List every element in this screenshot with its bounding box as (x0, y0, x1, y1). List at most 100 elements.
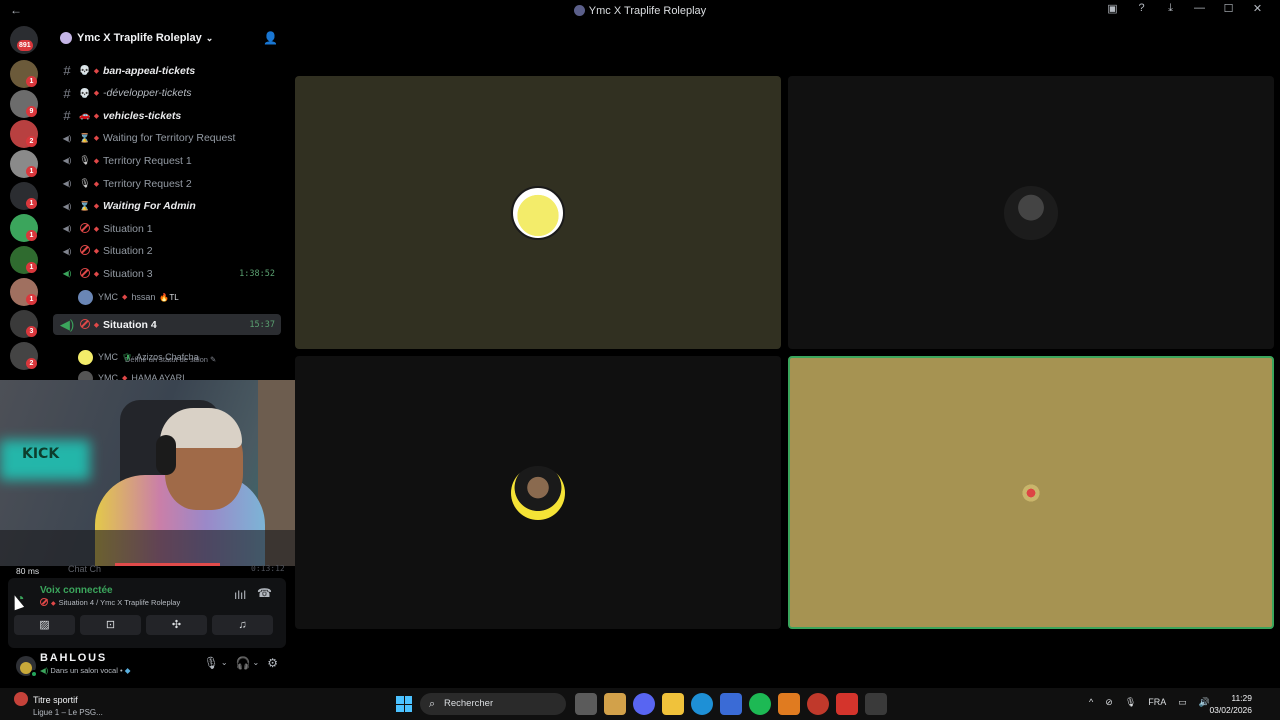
channel-emoji-icon: ⌛ (79, 132, 91, 143)
channel-item[interactable]: # 💀 ◆ -développer-tickets (53, 83, 281, 104)
edge-icon[interactable] (691, 693, 713, 715)
speaker-icon: ◀) (62, 201, 72, 211)
voice-location[interactable]: ◆ Situation 4 / Ymc X Traplife Roleplay (40, 598, 180, 607)
windows-start-icon[interactable] (396, 696, 412, 712)
inbox-icon[interactable]: ▣ (1098, 2, 1127, 15)
camera-off-button[interactable]: ▨ (14, 615, 75, 635)
activities-button[interactable]: ✣ (146, 615, 207, 635)
microphone-icon[interactable]: 🎙 (204, 656, 219, 670)
voice-buttons: ▨ ⊡ ✣ ♫ (14, 615, 273, 635)
video-tile[interactable] (788, 76, 1274, 349)
language-indicator[interactable]: FRA (1148, 697, 1166, 708)
shield-icon: 🛡 (122, 352, 133, 362)
invite-people-icon[interactable]: 👤 (263, 31, 278, 45)
app-icon[interactable] (865, 693, 887, 715)
user-status: ◀) Dans un salon vocal • ◆ (40, 666, 131, 675)
avatar (78, 349, 93, 365)
avatar (1004, 185, 1058, 240)
diamond-icon: ◆ (93, 270, 100, 278)
channel-item[interactable]: ◀) ⌛ ◆ Waiting For Admin (53, 196, 281, 217)
windows-taskbar: Titre sportif Ligue 1 – Le PSG... ⌕ Reche… (0, 688, 1280, 720)
diamond-icon: ◆ (93, 112, 100, 120)
server-badge: 1 (26, 262, 37, 273)
noise-suppression-icon[interactable]: ılıl (234, 588, 246, 602)
username[interactable]: BAHLOUS (40, 652, 107, 664)
close-icon[interactable]: ✕ (1243, 2, 1272, 15)
server-badge: 1 (26, 76, 37, 87)
voice-location-text: Situation 4 / Ymc X Traplife Roleplay (58, 598, 181, 607)
volume-icon[interactable]: 🔊 (1199, 697, 1210, 708)
app-icon[interactable] (778, 693, 800, 715)
channel-label: Territory Request 1 (103, 154, 192, 167)
server-rail: 891 1 9 2 1 1 1 1 1 3 2 (0, 22, 48, 380)
server-badge: 2 (26, 358, 37, 369)
server-badge: 1 (26, 294, 37, 305)
channel-label: -développer-tickets (103, 87, 192, 100)
widgets-button[interactable]: Titre sportif Ligue 1 – Le PSG... (14, 692, 103, 717)
no-entry-icon (78, 267, 92, 280)
store-icon[interactable] (720, 693, 742, 715)
file-explorer-icon[interactable] (662, 693, 684, 715)
chat-channel-row[interactable]: Chat Ch 0:13:12 (68, 564, 285, 574)
channel-label: ban-appeal-tickets (103, 64, 196, 77)
headphones-icon[interactable]: 🎧 (236, 656, 251, 670)
sports-icon (14, 692, 28, 706)
channel-item[interactable]: ◀) ◆ Situation 2 (53, 241, 281, 262)
ping-label: 80 ms (16, 566, 40, 576)
minimize-icon[interactable]: — (1185, 2, 1214, 15)
diamond-icon: ◆ (93, 180, 100, 188)
video-tile[interactable] (295, 356, 781, 629)
channel-item[interactable]: # 🚗 ◆ vehicles-tickets (53, 105, 281, 126)
channel-emoji-icon: 💀 (79, 87, 91, 98)
speaker-icon: ◀) (62, 269, 72, 279)
screen-share-button[interactable]: ⊡ (80, 615, 141, 635)
chrome-icon[interactable] (807, 693, 829, 715)
network-off-icon[interactable]: ⊘ (1105, 697, 1113, 708)
clock[interactable]: 11:29 03/02/2026 (1209, 692, 1252, 716)
display-icon[interactable]: ▭ (1178, 697, 1187, 708)
video-tile[interactable] (295, 76, 781, 349)
server-header[interactable]: Ymc X Traplife Roleplay ⌄ 👤 (48, 22, 286, 54)
no-entry-icon (40, 598, 48, 606)
voice-member[interactable]: YMC 🛡 Azizos Chafcha (78, 347, 199, 367)
download-icon[interactable]: ⤓ (1156, 2, 1185, 15)
dm-badge: 891 (17, 40, 33, 51)
taskbar-search[interactable]: ⌕ Rechercher (420, 693, 566, 715)
channel-item[interactable]: ◀) ⌛ ◆ Waiting for Territory Request (53, 128, 281, 149)
speaker-icon: ◀) (62, 246, 72, 256)
user-status-text: Dans un salon vocal (50, 666, 118, 675)
copilot-icon[interactable] (604, 693, 626, 715)
channel-item[interactable]: ◀) 🎙 ◆ Territory Request 1 (53, 150, 281, 171)
maximize-icon[interactable]: ☐ (1214, 2, 1243, 15)
discord-icon[interactable] (633, 693, 655, 715)
app-icon[interactable] (836, 693, 858, 715)
spotify-icon[interactable] (749, 693, 771, 715)
soundboard-button[interactable]: ♫ (212, 615, 273, 635)
gear-icon[interactable]: ⚙ (267, 656, 278, 670)
chevron-down-icon[interactable]: ⌄ (253, 658, 260, 670)
speaker-icon: ◀) (62, 179, 72, 188)
channel-item[interactable]: ◀) ◆ Situation 1 (53, 218, 281, 239)
widget-title: Titre sportif (33, 695, 78, 705)
disconnect-icon[interactable]: ☎ (257, 586, 272, 600)
avatar (511, 185, 565, 240)
discord-server-icon (573, 5, 585, 16)
help-icon[interactable]: ? (1127, 2, 1156, 15)
chevron-down-icon[interactable]: ⌄ (221, 658, 228, 670)
window-title-text: Ymc X Traplife Roleplay (588, 5, 707, 17)
neon-sign: KICK (22, 446, 60, 462)
video-tile-speaking[interactable] (788, 356, 1274, 629)
avatar (78, 289, 93, 305)
diamond-icon: ◆ (51, 601, 56, 607)
task-view-icon[interactable] (575, 693, 597, 715)
chevron-up-icon[interactable]: ^ (1089, 697, 1093, 708)
channel-item[interactable]: ◀) 🎙 ◆ Territory Request 2 (53, 173, 281, 194)
server-badge: 1 (26, 198, 37, 209)
voice-status[interactable]: Voix connectée (40, 585, 113, 596)
channel-item[interactable]: ◀) ◆ Situation 3 1:38:52 (53, 263, 281, 284)
voice-member[interactable]: YMC ◆ hssan 🔥TL 🎙̸ (78, 287, 305, 307)
channel-item[interactable]: # 💀 ◆ ban-appeal-tickets (53, 60, 281, 81)
microphone-icon[interactable]: 🎙 (1125, 697, 1136, 708)
channel-situation-4[interactable]: ◀) ◆ Situation 4 15:37 (53, 314, 281, 335)
desk (0, 530, 326, 566)
